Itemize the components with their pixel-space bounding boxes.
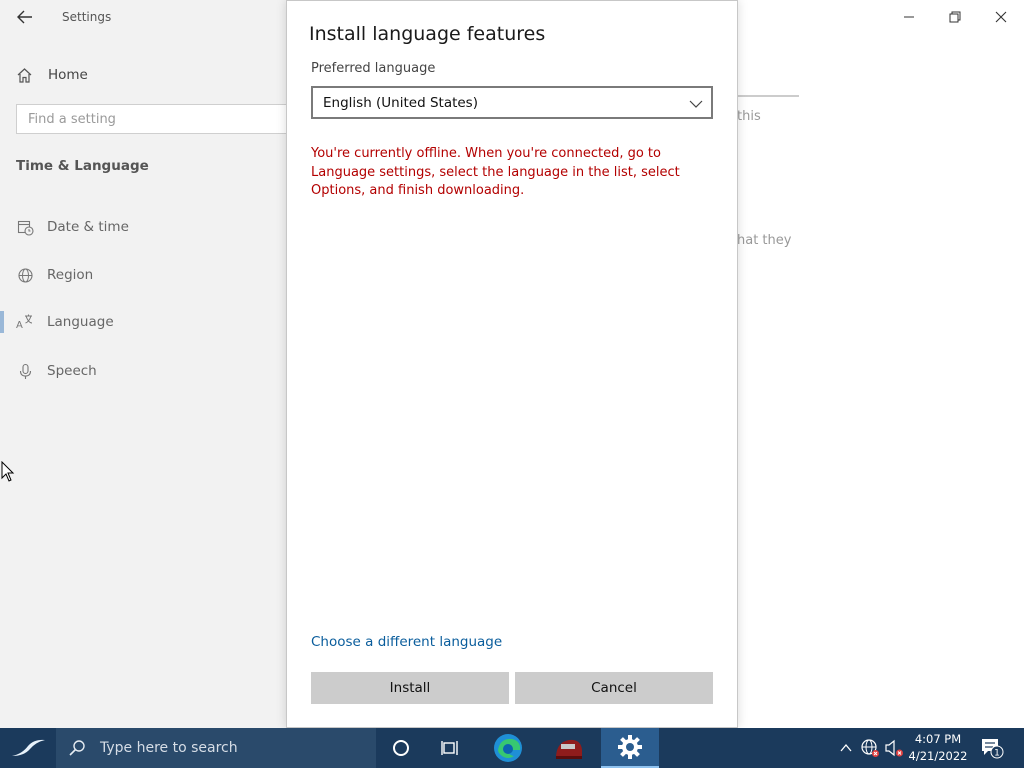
close-icon (995, 11, 1007, 23)
selected-indicator (0, 311, 4, 333)
cancel-button[interactable]: Cancel (515, 672, 713, 704)
home-label: Home (48, 67, 88, 83)
home-icon (17, 67, 32, 83)
selected-language-value: English (United States) (323, 94, 478, 111)
minimize-icon (904, 16, 914, 18)
restore-button[interactable] (932, 2, 978, 32)
globe-icon (16, 266, 34, 284)
chevron-up-icon (840, 743, 852, 752)
back-arrow-icon (17, 10, 32, 24)
sidebar-item-date-time[interactable]: Date & time (0, 211, 287, 243)
close-button[interactable] (978, 2, 1024, 32)
clock-time: 4:07 PM (914, 732, 962, 746)
sidebar-item-label: Language (47, 314, 114, 330)
back-button[interactable] (14, 6, 36, 28)
task-view-button[interactable] (426, 728, 474, 768)
red-app-icon (556, 739, 582, 759)
nav-home[interactable]: Home (16, 64, 88, 86)
sidebar-item-label: Region (47, 267, 94, 283)
network-button[interactable] (860, 738, 880, 758)
language-icon: A (16, 313, 34, 331)
sidebar-item-speech[interactable]: Speech (0, 355, 287, 387)
microphone-icon (16, 362, 34, 380)
sidebar-item-label: Speech (47, 363, 97, 379)
background-divider (737, 95, 799, 97)
start-logo-icon (12, 739, 45, 756)
volume-button[interactable] (884, 738, 904, 758)
taskbar-search-placeholder: Type here to search (100, 740, 238, 756)
volume-muted-icon (885, 739, 903, 757)
app-title: Settings (62, 10, 112, 24)
offline-error-message: You're currently offline. When you're co… (311, 146, 680, 198)
notification-icon: 1 (982, 739, 1004, 759)
settings-taskbar-button[interactable] (601, 728, 659, 768)
chevron-down-icon (689, 96, 703, 115)
settings-search-box[interactable] (16, 104, 317, 134)
action-center-button[interactable]: 1 (980, 738, 1004, 759)
search-icon (68, 739, 86, 761)
svg-text:A: A (16, 320, 23, 331)
network-offline-icon (861, 739, 879, 757)
dialog-title: Install language features (309, 23, 546, 45)
gear-icon (618, 735, 642, 759)
settings-search-input[interactable] (17, 105, 317, 133)
sidebar-item-label: Date & time (47, 219, 129, 235)
app-launcher-button[interactable] (545, 728, 593, 768)
task-view-icon (441, 741, 458, 755)
install-language-dialog: Install language features Preferred lang… (286, 0, 738, 728)
edge-browser-icon (494, 734, 522, 762)
section-title: Time & Language (16, 158, 149, 174)
install-button[interactable]: Install (311, 672, 509, 704)
start-button[interactable] (0, 728, 56, 768)
background-text: hat they (737, 233, 792, 248)
restore-icon (949, 11, 961, 23)
preferred-language-label: Preferred language (311, 61, 436, 76)
taskbar-search-box[interactable]: Type here to search (56, 728, 376, 768)
mouse-cursor-icon (1, 460, 15, 487)
taskbar: Type here to search 4:07 PM 4/21/2022 1 (0, 728, 1024, 768)
show-hidden-icons-button[interactable] (836, 738, 856, 758)
settings-sidebar: Settings Home Time & Language Date & tim… (0, 0, 317, 728)
minimize-button[interactable] (886, 2, 932, 32)
clock-date: 4/21/2022 (908, 749, 968, 763)
calendar-clock-icon (16, 218, 34, 236)
notification-badge: 1 (994, 749, 1000, 759)
choose-different-language-link[interactable]: Choose a different language (311, 634, 502, 650)
background-text: this (737, 109, 761, 124)
sidebar-item-region[interactable]: Region (0, 259, 287, 291)
taskbar-clock[interactable]: 4:07 PM 4/21/2022 (908, 731, 968, 765)
sidebar-item-language[interactable]: A Language (0, 306, 287, 338)
cortana-circle-icon (393, 740, 409, 756)
cortana-button[interactable] (377, 728, 425, 768)
preferred-language-dropdown[interactable]: English (United States) (311, 86, 713, 119)
edge-browser-button[interactable] (484, 728, 532, 768)
